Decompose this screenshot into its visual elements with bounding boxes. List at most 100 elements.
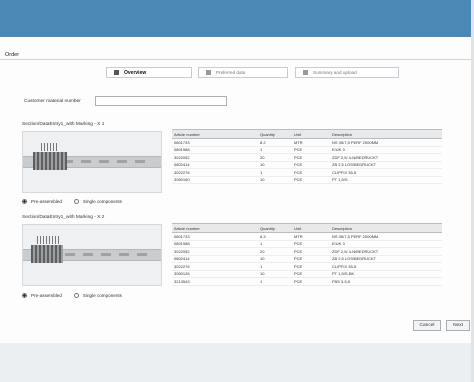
cell-description: ZDF 2,5/ 4-N/BEDRUCKT — [330, 153, 442, 162]
column-header-description[interactable]: Description — [330, 129, 442, 139]
document-icon — [114, 70, 119, 75]
table-row[interactable]: 0801733 8.2 MTR NS 35/7,5 PERF 2000MM — [172, 138, 442, 147]
column-header-unit[interactable]: Unit — [292, 223, 330, 233]
cell-unit: PCE — [292, 168, 330, 177]
table-row[interactable]: 0801988 1 PCE E/UK 3 — [172, 146, 442, 154]
radio-single-components-label: Single components — [82, 293, 122, 298]
cell-unit: PCE — [292, 161, 330, 169]
table-row[interactable]: 0802414 10 PCE ZB 2,5 LGS/BEDRUCKT — [172, 255, 442, 263]
terminal-block — [33, 152, 67, 170]
assembly-options: Pre-assembled Single components — [22, 293, 122, 298]
cell-unit: PCE — [292, 262, 330, 271]
radio-pre-assembled[interactable] — [22, 293, 27, 298]
cell-quantity: 10 — [258, 255, 292, 263]
assembly-preview-image — [22, 131, 162, 193]
radio-pre-assembled-label: Pre-assembled — [31, 293, 62, 298]
column-header-quantity[interactable]: Quantity — [258, 129, 292, 139]
cell-quantity: 20 — [258, 153, 292, 162]
table-row[interactable]: 3022052 20 PCE ZDF 2,5/ 4-N/BEDRUCKT — [172, 153, 442, 162]
table-row[interactable]: 0801733 8.3 MTR NS 35/7,5 PERF 2000MM — [172, 232, 442, 241]
cell-unit: PCE — [292, 247, 330, 256]
cancel-button[interactable]: Cancel — [413, 320, 441, 331]
document-icon — [303, 70, 308, 75]
table-row[interactable]: 3213543 1 PCE FBS 3-5,5 — [172, 277, 442, 286]
table-row[interactable]: 3022052 20 PCE ZDF 2,5/ 4-N/BEDRUCKT — [172, 247, 442, 256]
assembly-options: Pre-assembled Single components — [22, 199, 122, 204]
cell-unit: PCE — [292, 176, 330, 184]
column-header-article[interactable]: Article number — [172, 129, 258, 139]
cell-unit: PCE — [292, 146, 330, 154]
cell-quantity: 1 — [258, 240, 292, 248]
cell-description: NS 35/7,5 PERF 2000MM — [330, 232, 442, 241]
radio-pre-assembled[interactable] — [22, 199, 27, 204]
cell-unit: PCE — [292, 153, 330, 162]
cell-description: CLIPFIX 35-5 — [330, 262, 442, 271]
radio-single-components[interactable] — [73, 293, 79, 298]
cell-article: 0802414 — [172, 161, 258, 169]
cell-quantity: 10 — [258, 176, 292, 184]
cell-quantity: 10 — [258, 161, 292, 169]
cell-article: 3022052 — [172, 247, 258, 256]
cell-article: 3050160 — [172, 176, 258, 184]
cell-article: 0801733 — [172, 138, 258, 147]
cell-description: PT 1,5/S-BK — [330, 270, 442, 278]
divider — [0, 59, 474, 60]
step-summary-upload-label: Summary and upload — [313, 70, 357, 75]
article-table: Article number Quantity Unit Description… — [172, 223, 442, 286]
cell-article: 3050126 — [172, 270, 258, 278]
cell-description: CLIPFIX 35-5 — [330, 168, 442, 177]
section-title: Section/DataEntry1_with Marking - X 2 — [22, 215, 105, 220]
cell-article: 3022052 — [172, 153, 258, 162]
column-header-description[interactable]: Description — [330, 223, 442, 233]
table-row[interactable]: 3050126 10 PCE PT 1,5/S-BK — [172, 270, 442, 278]
section-title: Section/DataEntry1_with Marking - X 1 — [22, 122, 105, 127]
radio-pre-assembled-label: Pre-assembled — [31, 199, 62, 204]
app-header-bar — [0, 0, 474, 37]
step-preferred-data[interactable]: Preferred data — [198, 67, 288, 78]
cell-quantity: 20 — [258, 247, 292, 256]
step-preferred-data-label: Preferred data — [216, 70, 246, 75]
column-header-quantity[interactable]: Quantity — [258, 223, 292, 233]
customer-material-label: Customer material number — [24, 99, 81, 104]
step-summary-upload[interactable]: Summary and upload — [295, 67, 399, 78]
cell-description: NS 35/7,5 PERF 2000MM — [330, 138, 442, 147]
customer-material-input[interactable] — [95, 96, 227, 106]
cell-description: PT 1,5/S — [330, 176, 442, 184]
next-button[interactable]: Next — [446, 320, 470, 331]
table-header: Article number Quantity Unit Description — [172, 223, 442, 233]
terminal-marker — [37, 236, 59, 244]
table-row[interactable]: 0801988 1 PCE E/UK 3 — [172, 240, 442, 248]
cell-article: 3022276 — [172, 262, 258, 271]
cell-article: 3022276 — [172, 168, 258, 177]
table-row[interactable]: 3050160 10 PCE PT 1,5/S — [172, 176, 442, 184]
radio-single-components[interactable] — [73, 199, 79, 204]
step-overview[interactable]: Overview — [106, 67, 192, 78]
table-row[interactable]: 3022276 1 PCE CLIPFIX 35-5 — [172, 168, 442, 177]
terminal-block — [31, 245, 63, 263]
cell-description: ZB 2,5 LGS/BEDRUCKT — [330, 161, 442, 169]
cell-unit: PCE — [292, 255, 330, 263]
cell-unit: PCE — [292, 277, 330, 286]
table-row[interactable]: 3022276 1 PCE CLIPFIX 35-5 — [172, 262, 442, 271]
cell-description: FBS 3-5,5 — [330, 277, 442, 286]
cell-quantity: 1 — [258, 277, 292, 286]
column-header-article[interactable]: Article number — [172, 223, 258, 233]
table-header: Article number Quantity Unit Description — [172, 129, 442, 139]
cell-unit: PCE — [292, 270, 330, 278]
cell-unit: MTR — [292, 138, 330, 147]
table-row[interactable]: 0802414 10 PCE ZB 2,5 LGS/BEDRUCKT — [172, 161, 442, 169]
footer-bar — [0, 343, 474, 382]
cell-description: ZDF 2,5/ 4-N/BEDRUCKT — [330, 247, 442, 256]
cell-article: 0802414 — [172, 255, 258, 263]
cell-quantity: 1 — [258, 168, 292, 177]
cell-description: E/UK 3 — [330, 146, 442, 154]
cell-article: 0801733 — [172, 232, 258, 241]
assembly-preview-image — [22, 224, 162, 286]
cell-unit: PCE — [292, 240, 330, 248]
cell-unit: MTR — [292, 232, 330, 241]
cell-quantity: 8.3 — [258, 232, 292, 241]
cell-quantity: 8.2 — [258, 138, 292, 147]
column-header-unit[interactable]: Unit — [292, 129, 330, 139]
terminal-marker — [41, 143, 59, 151]
page-title: Order — [5, 52, 20, 58]
